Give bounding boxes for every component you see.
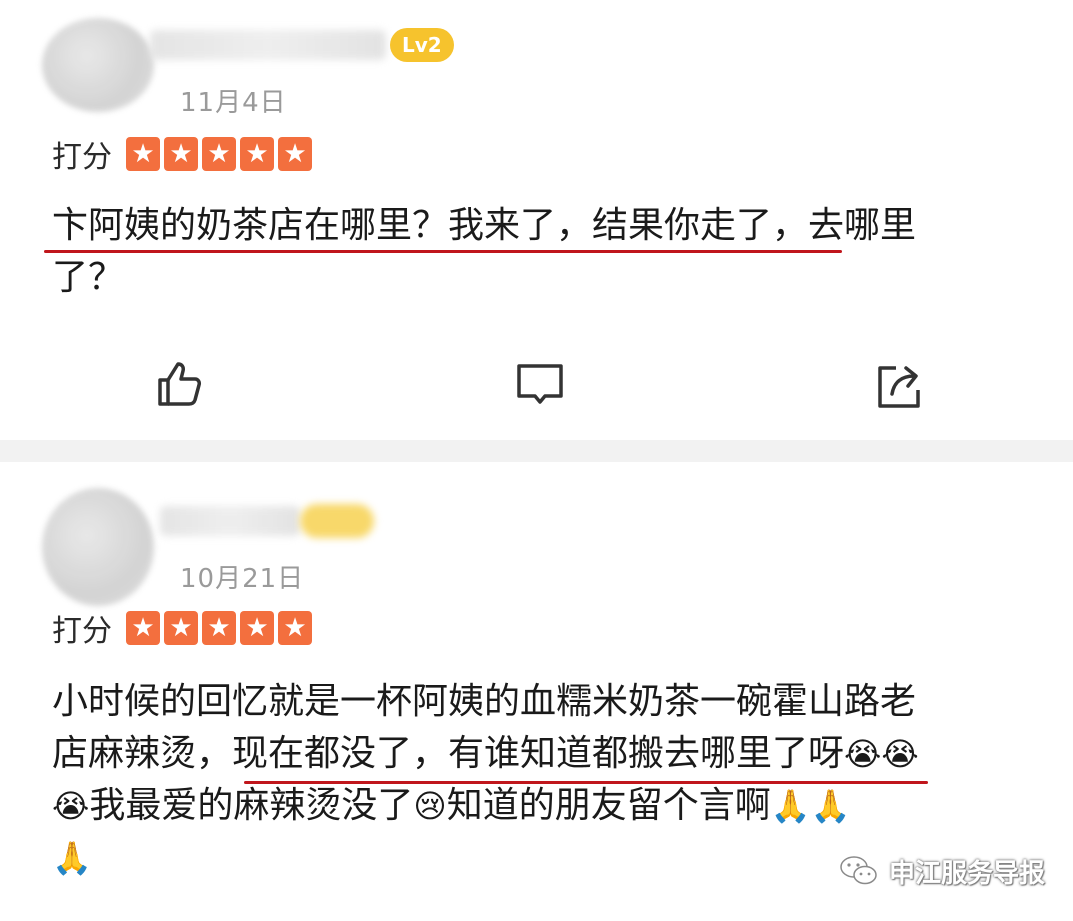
rating-label: 打分: [52, 140, 112, 175]
star-icon: ★: [164, 137, 198, 171]
card-separator: [0, 440, 1073, 462]
star-icon: ★: [278, 611, 312, 645]
like-button[interactable]: [154, 358, 206, 410]
review-line: 卞阿姨的奶茶店在哪里？我来了，结果你走了，去哪里: [52, 205, 917, 246]
rating-label: 打分: [52, 614, 112, 649]
pray-emoji-icon: 🙏: [52, 839, 92, 877]
pray-emoji-icon: 🙏: [810, 787, 851, 825]
star-icon: ★: [240, 137, 274, 171]
star-icon: ★: [278, 137, 312, 171]
star-icon: ★: [126, 611, 160, 645]
review-date: 10月21日: [180, 564, 305, 594]
avatar[interactable]: [42, 488, 154, 606]
review-line-text: 知道的朋友留个言啊: [446, 785, 771, 826]
review-line: 店麻辣烫，现在都没了，有谁知道都搬去哪里了呀😭😭: [52, 728, 1022, 780]
username-blurred[interactable]: [150, 30, 386, 60]
rating-row: 打分 ★ ★ ★ ★ ★: [52, 608, 312, 649]
watermark-text: 申江服务导报: [888, 858, 1045, 889]
review-line: 😭我最爱的麻辣烫没了😢知道的朋友留个言啊🙏🙏: [52, 780, 1022, 832]
star-icon: ★: [126, 137, 160, 171]
review-date: 11月4日: [180, 88, 287, 118]
level-badge: Lv2: [390, 28, 454, 62]
comment-button[interactable]: [514, 360, 566, 412]
star-icon: ★: [240, 611, 274, 645]
review-line: 小时候的回忆就是一杯阿姨的血糯米奶茶一碗霍山路老: [52, 681, 917, 722]
rating-row: 打分 ★ ★ ★ ★ ★: [52, 134, 312, 175]
star-icon: ★: [202, 137, 236, 171]
level-badge: [300, 504, 374, 538]
share-icon: [878, 366, 920, 408]
review-card: Lv2 11月4日 打分 ★ ★ ★ ★ ★ 卞阿姨的奶茶店在哪里？我来了，结果…: [0, 0, 1073, 440]
review-line-text: 店麻辣烫，现在都没了，有谁知道都搬去哪里了呀: [52, 733, 845, 774]
crying-emoji-icon: 😭: [881, 735, 919, 773]
star-icon: ★: [202, 611, 236, 645]
star-rating: ★ ★ ★ ★ ★: [126, 611, 312, 645]
crying-emoji-icon: 😭: [52, 787, 90, 825]
crying-emoji-icon: 😭: [844, 735, 882, 773]
sad-emoji-icon: 😢: [413, 787, 447, 825]
pray-emoji-icon: 🙏: [770, 787, 811, 825]
review-line: 了？: [52, 257, 125, 298]
highlight-underline: [244, 781, 928, 784]
comment-icon: [517, 364, 563, 404]
watermark: 申江服务导报: [839, 851, 1045, 891]
wechat-icon: [840, 856, 877, 885]
highlight-underline: [44, 250, 842, 253]
avatar[interactable]: [42, 18, 154, 112]
share-button[interactable]: [874, 360, 926, 412]
like-icon: [158, 362, 201, 406]
star-icon: ★: [164, 611, 198, 645]
username-blurred[interactable]: [160, 506, 300, 536]
review-line-text: 我最爱的麻辣烫没了: [89, 785, 414, 826]
star-rating: ★ ★ ★ ★ ★: [126, 137, 312, 171]
